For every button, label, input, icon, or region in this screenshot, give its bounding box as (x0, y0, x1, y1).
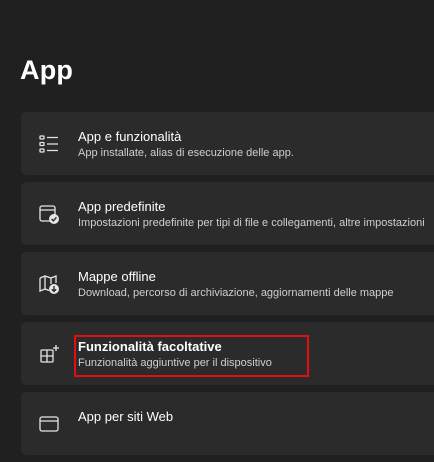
web-apps-card[interactable]: App per siti Web (21, 392, 434, 455)
card-title: App predefinite (78, 199, 166, 214)
app-features-card[interactable]: App e funzionalità App installate, alias… (21, 112, 434, 175)
map-download-icon (38, 273, 60, 295)
card-subtitle: Download, percorso di archiviazione, agg… (78, 287, 394, 299)
card-title: Mappe offline (78, 269, 156, 284)
offline-maps-card[interactable]: Mappe offline Download, percorso di arch… (21, 252, 434, 315)
default-apps-card[interactable]: App predefinite Impostazioni predefinite… (21, 182, 434, 245)
list-icon (38, 133, 60, 155)
card-title: App per siti Web (78, 409, 174, 424)
web-apps-icon (38, 413, 60, 435)
card-subtitle: App installate, alias di esecuzione dell… (78, 147, 294, 159)
optional-features-icon (38, 343, 60, 365)
highlight-box (74, 335, 309, 377)
card-title: App e funzionalità (78, 129, 182, 144)
optional-features-card[interactable]: Funzionalità facoltative Funzionalità ag… (21, 322, 434, 385)
settings-list: App e funzionalità App installate, alias… (21, 112, 434, 462)
default-apps-icon (38, 203, 60, 225)
page-title: App (20, 55, 74, 85)
card-subtitle: Impostazioni predefinite per tipi di fil… (78, 217, 425, 229)
